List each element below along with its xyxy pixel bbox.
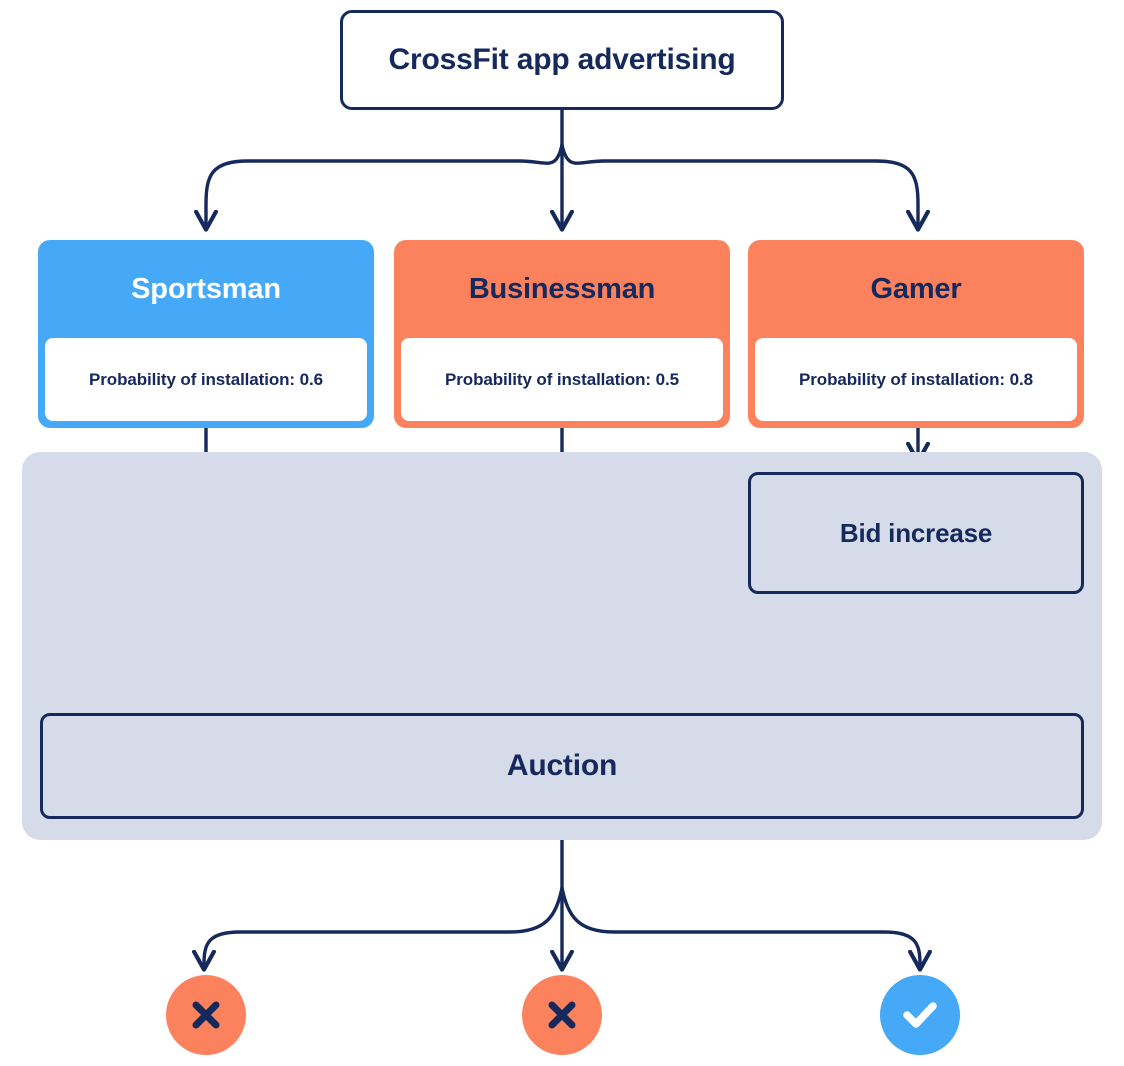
segment-probability-sportsman: Probability of installation: 0.6 — [45, 338, 367, 421]
root-node-label: CrossFit app advertising — [388, 43, 736, 76]
bid-increase-label: Bid increase — [839, 517, 993, 548]
auction-label: Auction — [506, 749, 618, 782]
cross-icon — [548, 1001, 576, 1029]
segment-title-sportsman: Sportsman — [131, 272, 281, 305]
outcome-rejected-sportsman[interactable] — [166, 975, 246, 1055]
segment-card-gamer[interactable]: Gamer Probability of installation: 0.8 — [748, 240, 1084, 428]
check-icon — [903, 1002, 937, 1028]
segment-card-sportsman[interactable]: Sportsman Probability of installation: 0… — [38, 240, 374, 428]
bid-increase-node[interactable]: Bid increase — [748, 472, 1084, 594]
root-node-crossfit-app-advertising[interactable]: CrossFit app advertising — [340, 10, 784, 110]
diagram-canvas: CrossFit app advertising Sportsman Proba… — [0, 0, 1124, 1066]
segment-title-gamer: Gamer — [870, 272, 962, 305]
segment-probability-gamer: Probability of installation: 0.8 — [755, 338, 1077, 421]
outcome-won-gamer[interactable] — [880, 975, 960, 1055]
segment-card-businessman[interactable]: Businessman Probability of installation:… — [394, 240, 730, 428]
auction-node[interactable]: Auction — [40, 713, 1084, 819]
segment-title-businessman: Businessman — [468, 272, 656, 305]
segment-probability-businessman: Probability of installation: 0.5 — [401, 338, 723, 421]
outcome-rejected-businessman[interactable] — [522, 975, 602, 1055]
cross-icon — [192, 1001, 220, 1029]
